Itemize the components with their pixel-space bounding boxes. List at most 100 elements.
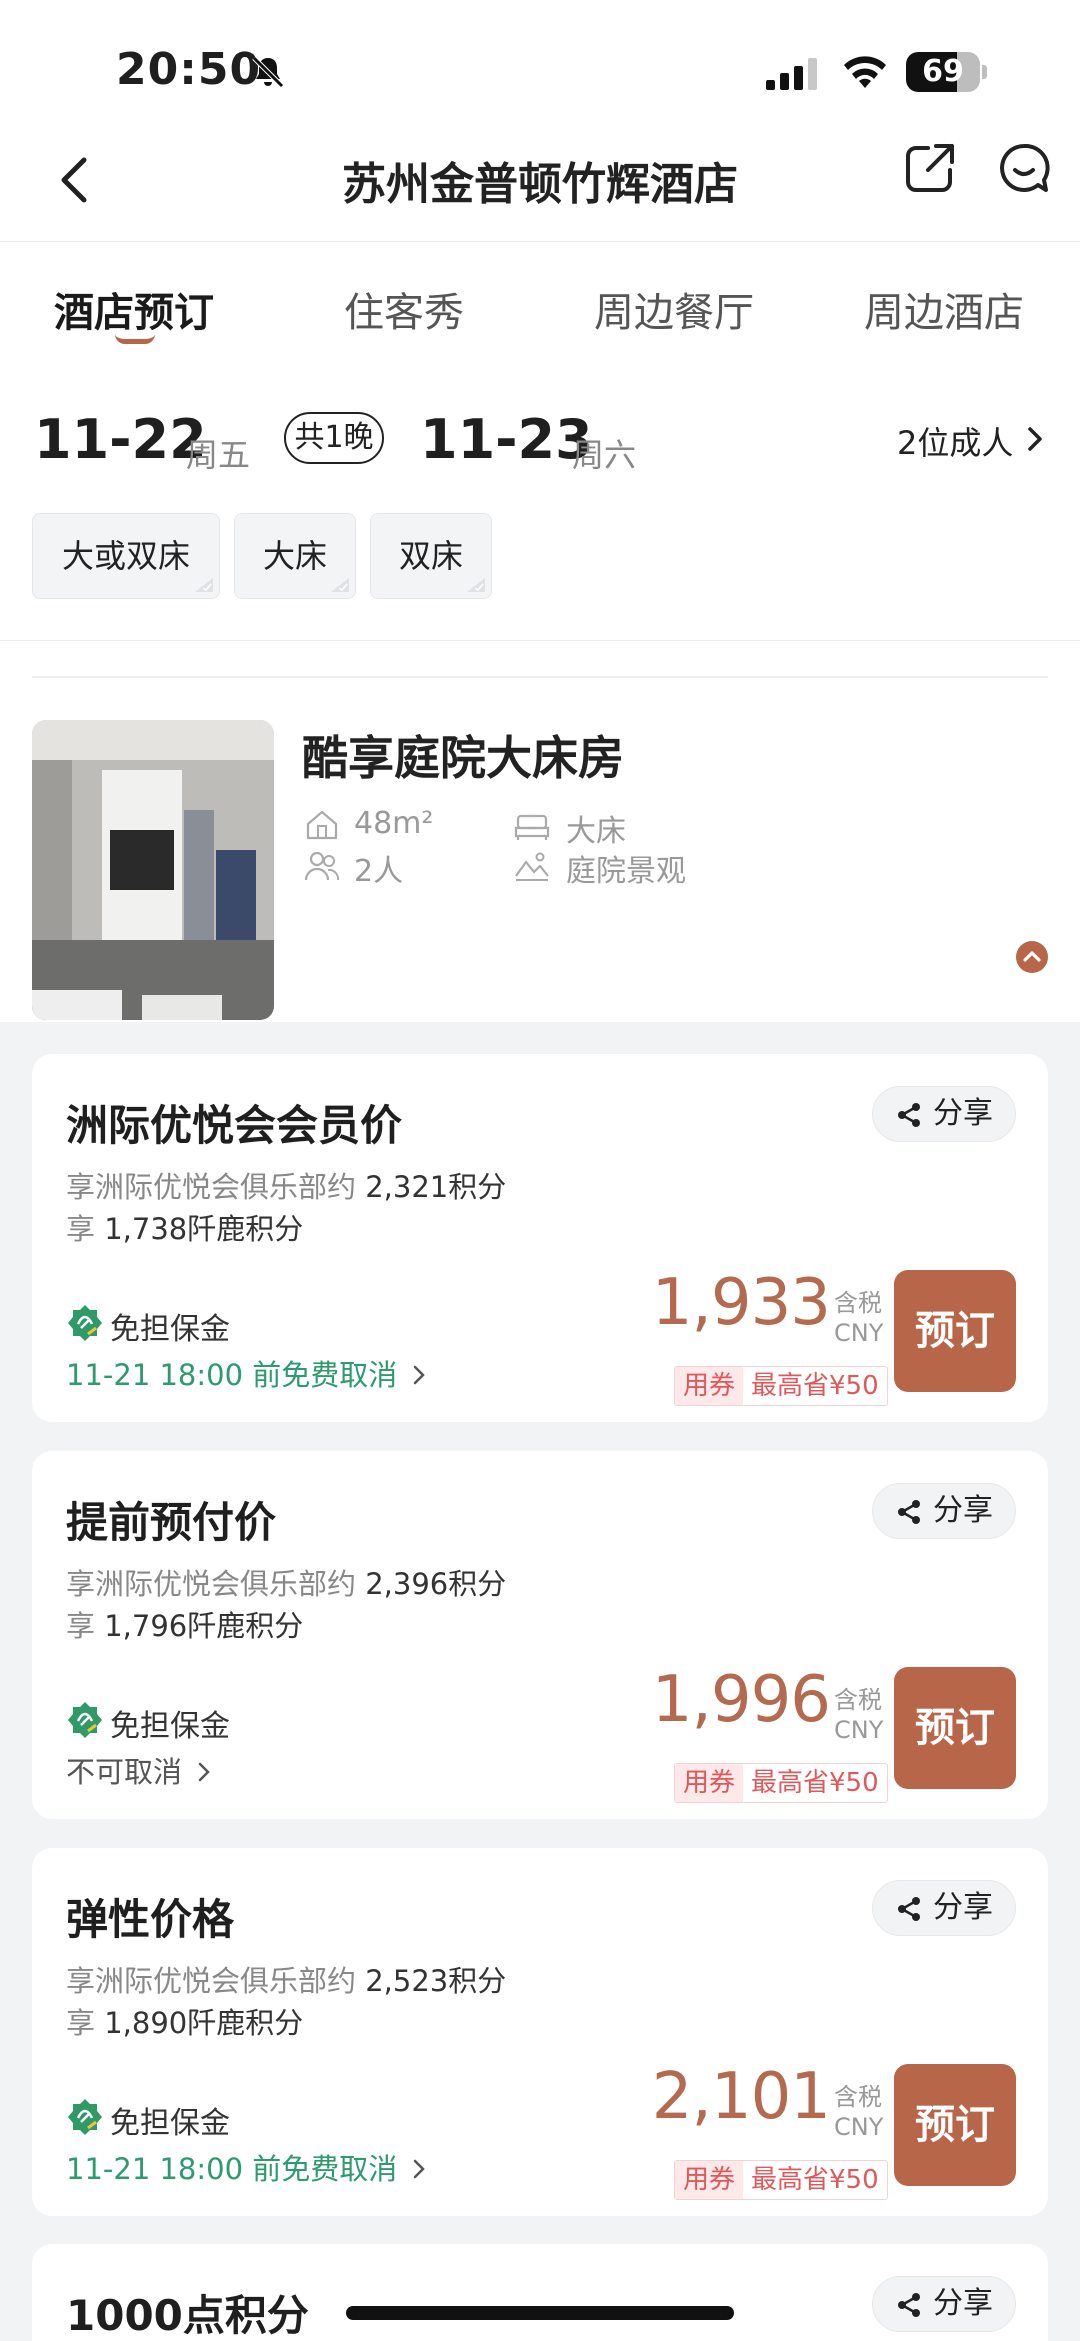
coupon-badge[interactable]: 用券 最高省¥50: [674, 2160, 888, 2200]
book-button[interactable]: 预订: [894, 1270, 1016, 1392]
book-button[interactable]: 预订: [894, 2064, 1016, 2186]
share-label: 分享: [933, 1096, 993, 1131]
check-corner-icon: [467, 578, 485, 592]
chevron-right-icon: [198, 1762, 210, 1782]
check-corner-icon: [195, 578, 213, 592]
battery-indicator: 69: [906, 52, 987, 92]
rate-card: 提前预付价 分享 享洲际优悦会俱乐部约 2,396积分 享 1,796阡鹿积分 …: [32, 1451, 1048, 1819]
tab-hotel-booking[interactable]: 酒店预订: [54, 280, 214, 338]
bed-filter-row: 大或双床 大床 双床: [0, 510, 1080, 600]
deposit-free-badge: 免担保金: [66, 1304, 230, 1348]
room-header[interactable]: 酷享庭院大床房 48m² 大床 2人 庭院景观: [0, 680, 1080, 1022]
bell-muted-icon: [252, 56, 284, 88]
view-icon: [515, 852, 549, 881]
share-label: 分享: [933, 2286, 993, 2321]
share-icon: [898, 1500, 920, 1524]
tab-bar: 酒店预订 住客秀 周边餐厅 周边酒店: [0, 242, 1080, 352]
rate-title: 弹性价格: [66, 1895, 235, 1944]
checkin-date[interactable]: 11-22: [34, 408, 207, 471]
club-points: 2,396积分: [365, 1567, 507, 1601]
room-photo[interactable]: [32, 720, 274, 1020]
room-name: 酷享庭院大床房: [302, 731, 624, 785]
deer-points-line: 享 1,796阡鹿积分: [66, 1609, 304, 1643]
checkout-date[interactable]: 11-23: [420, 408, 593, 471]
date-selector[interactable]: 11-22 周五 共1晚 11-23 周六 2位成人: [0, 400, 1080, 480]
deposit-label: 免担保金: [110, 1709, 230, 1744]
checkin-weekday: 周五: [186, 436, 251, 474]
share-external-icon[interactable]: [902, 140, 958, 196]
tab-nearby-hotels[interactable]: 周边酒店: [864, 280, 1024, 338]
area-icon: [306, 810, 338, 840]
share-label: 分享: [933, 1493, 993, 1528]
nav-bar: 苏州金普顿竹辉酒店: [0, 120, 1080, 242]
rate-title: 洲际优悦会会员价: [66, 1101, 403, 1150]
divider: [0, 640, 1080, 641]
room-occupancy: 2人: [354, 854, 404, 889]
chevron-right-icon: [414, 1365, 426, 1385]
deer-points: 1,738阡鹿积分: [104, 1212, 304, 1246]
cancel-policy[interactable]: 11-21 18:00 前免费取消: [66, 1352, 427, 1394]
tab-active-indicator: [115, 334, 155, 344]
share-button[interactable]: 分享: [872, 1483, 1016, 1539]
deposit-free-badge: 免担保金: [66, 1701, 230, 1745]
price: 1,996: [651, 1663, 831, 1737]
wifi-icon: [844, 56, 886, 88]
coupon-badge[interactable]: 用券 最高省¥50: [674, 1763, 888, 1803]
book-button[interactable]: 预订: [894, 1667, 1016, 1789]
rate-title: 1000点积分: [66, 2291, 309, 2340]
share-icon: [898, 1897, 920, 1921]
status-time: 20:50: [116, 44, 262, 95]
deer-points-line: 享 1,890阡鹿积分: [66, 2006, 304, 2040]
filter-chip-king[interactable]: 大床: [234, 513, 356, 599]
share-icon: [898, 1103, 920, 1127]
occupancy-icon: [304, 851, 340, 881]
filter-chip-label: 双床: [398, 537, 463, 575]
cancel-policy[interactable]: 11-21 18:00 前免费取消: [66, 2146, 427, 2188]
checkout-weekday: 周六: [572, 436, 637, 474]
share-icon: [898, 2293, 920, 2317]
coupon-badge[interactable]: 用券 最高省¥50: [674, 1366, 888, 1406]
home-indicator[interactable]: [346, 2306, 734, 2320]
tax-currency: 含税 CNY: [834, 1289, 884, 1347]
deposit-free-badge: 免担保金: [66, 2098, 230, 2142]
share-button[interactable]: 分享: [872, 1880, 1016, 1936]
room-area: 48m²: [354, 806, 434, 841]
rate-card: 1000点积分 分享: [32, 2244, 1048, 2341]
collapse-up-icon[interactable]: [1015, 940, 1049, 974]
battery-percent: 69: [922, 54, 964, 89]
tab-nearby-restaurants[interactable]: 周边餐厅: [594, 280, 754, 338]
deposit-label: 免担保金: [110, 2106, 230, 2141]
share-label: 分享: [933, 1890, 993, 1925]
club-points-line: 享洲际优悦会俱乐部约 2,321积分: [66, 1170, 507, 1204]
rate-card: 洲际优悦会会员价 分享 享洲际优悦会俱乐部约 2,321积分 享 1,738阡鹿…: [32, 1054, 1048, 1422]
divider: [32, 676, 1048, 678]
filter-chip-king-or-twin[interactable]: 大或双床: [32, 513, 220, 599]
club-points-line: 享洲际优悦会俱乐部约 2,523积分: [66, 1964, 507, 1998]
guests-selector[interactable]: 2位成人: [897, 418, 1013, 464]
club-points-line: 享洲际优悦会俱乐部约 2,396积分: [66, 1567, 507, 1601]
cancel-policy[interactable]: 不可取消: [66, 1749, 212, 1791]
chevron-right-icon: [414, 2159, 426, 2179]
bed-icon: [514, 814, 550, 840]
tab-guest-reviews[interactable]: 住客秀: [344, 280, 464, 338]
status-bar: 20:50 69: [0, 0, 1080, 120]
shield-badge-icon: [68, 1305, 102, 1341]
rate-card: 弹性价格 分享 享洲际优悦会俱乐部约 2,523积分 享 1,890阡鹿积分 免…: [32, 1848, 1048, 2216]
nights-badge: 共1晚: [284, 412, 384, 464]
shield-badge-icon: [68, 1702, 102, 1738]
customer-service-icon[interactable]: [996, 140, 1052, 196]
deer-points-line: 享 1,738阡鹿积分: [66, 1212, 304, 1246]
room-bed: 大床: [566, 814, 626, 849]
price: 1,933: [651, 1266, 831, 1340]
deposit-label: 免担保金: [110, 1312, 230, 1347]
filter-chip-twin[interactable]: 双床: [370, 513, 492, 599]
room-view: 庭院景观: [566, 854, 686, 889]
price: 2,101: [651, 2060, 831, 2134]
chevron-right-icon[interactable]: [1024, 424, 1046, 454]
signal-icon: [766, 58, 817, 90]
deer-points: 1,796阡鹿积分: [104, 1609, 304, 1643]
filter-chip-label: 大床: [262, 537, 327, 575]
share-button[interactable]: 分享: [872, 2276, 1016, 2332]
filter-chip-label: 大或双床: [61, 537, 190, 575]
share-button[interactable]: 分享: [872, 1086, 1016, 1142]
